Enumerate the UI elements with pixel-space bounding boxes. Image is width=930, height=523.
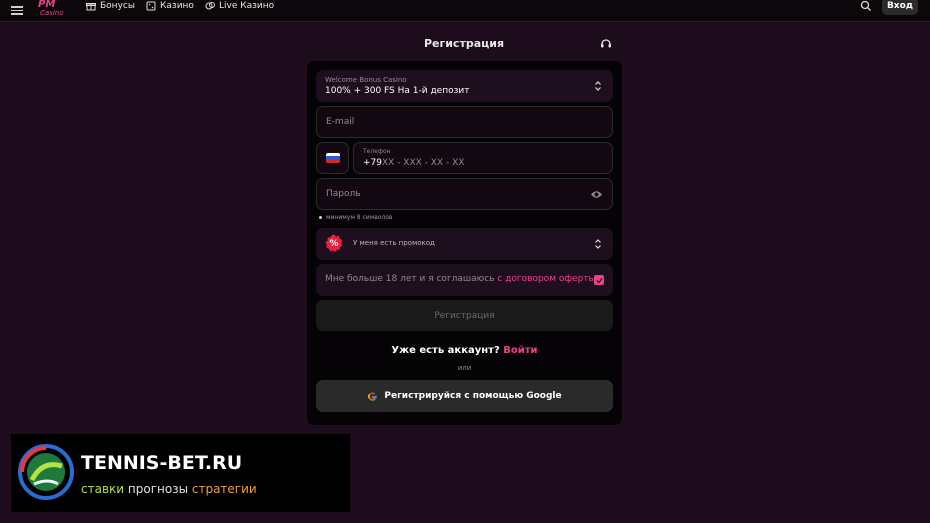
password-placeholder: Пароль bbox=[326, 189, 361, 199]
terms-label: Мне больше 18 лет и я соглашаюсь bbox=[325, 274, 498, 284]
headset-icon[interactable] bbox=[600, 38, 612, 50]
phone-prefix: +79 bbox=[363, 158, 382, 168]
updown-chevron-icon bbox=[595, 239, 601, 249]
register-button[interactable]: Регистрация bbox=[316, 300, 613, 331]
casino-logo[interactable]: PM Casino bbox=[36, 0, 72, 18]
terms-checkbox[interactable] bbox=[594, 275, 604, 285]
nav-casino[interactable]: Казино bbox=[146, 0, 194, 12]
google-signup-label: Регистрируйся с помощью Google bbox=[384, 391, 562, 401]
svg-text:Casino: Casino bbox=[40, 9, 64, 17]
phone-value: +79XX - XXX - XX - XX bbox=[363, 158, 464, 168]
menu-icon[interactable] bbox=[11, 4, 23, 16]
modal-title: Регистрация bbox=[423, 37, 505, 50]
bonus-value: 100% + 300 FS На 1-й депозит bbox=[325, 86, 470, 96]
search-icon[interactable] bbox=[860, 0, 872, 12]
tennis-bet-logo bbox=[18, 444, 74, 500]
watermark-sub-3: стратегии bbox=[191, 482, 257, 496]
eye-icon[interactable] bbox=[590, 189, 603, 200]
email-field[interactable]: E-mail bbox=[316, 106, 613, 138]
checkmark-icon bbox=[596, 277, 602, 283]
watermark-sub-2: прогнозы bbox=[127, 482, 189, 496]
password-hint: минимум 8 символов bbox=[319, 214, 392, 221]
promo-label: У меня есть промокод bbox=[353, 239, 435, 247]
google-signup-button[interactable]: Регистрируйся с помощью Google bbox=[316, 380, 613, 412]
percent-badge-icon: % bbox=[325, 234, 343, 252]
updown-chevron-icon bbox=[595, 81, 601, 91]
country-select[interactable] bbox=[316, 142, 349, 174]
nav-bonuses-label: Бонусы bbox=[100, 1, 135, 11]
watermark-title: TENNIS-BET.RU bbox=[81, 452, 243, 474]
nav-live-casino[interactable]: Live Казино bbox=[205, 0, 274, 12]
top-bar: PM Casino Бонусы Казино Live Казино Вход bbox=[0, 0, 930, 22]
login-link[interactable]: Войти bbox=[503, 345, 537, 356]
phone-field[interactable]: Телефон +79XX - XXX - XX - XX bbox=[353, 142, 613, 174]
offer-contract-link[interactable]: с договором оферты bbox=[497, 274, 595, 284]
bonus-caption: Welcome Bonus Casino bbox=[325, 76, 407, 84]
or-divider: или bbox=[457, 364, 472, 372]
casino-icon bbox=[146, 1, 156, 11]
terms-agreement: Мне больше 18 лет и я соглашаюсь с догов… bbox=[316, 264, 613, 296]
tennis-bet-watermark: TENNIS-BET.RU ставки прогнозы стратегии bbox=[11, 434, 350, 512]
nav-live-casino-label: Live Казино bbox=[219, 1, 275, 11]
bonus-select[interactable]: Welcome Bonus Casino 100% + 300 FS На 1-… bbox=[316, 70, 613, 102]
have-account-text: Уже есть аккаунт? bbox=[391, 345, 500, 356]
password-hint-text: минимум 8 символов bbox=[326, 214, 393, 221]
registration-form: Welcome Bonus Casino 100% + 300 FS На 1-… bbox=[307, 61, 622, 425]
gift-icon bbox=[86, 3, 96, 11]
password-field[interactable]: Пароль bbox=[316, 178, 613, 210]
email-placeholder: E-mail bbox=[326, 117, 355, 127]
promo-code-toggle[interactable]: % У меня есть промокод bbox=[316, 228, 613, 260]
google-icon bbox=[368, 392, 378, 401]
svg-text:%: % bbox=[329, 239, 338, 249]
nav-bonuses[interactable]: Бонусы bbox=[86, 0, 135, 12]
have-account-line: Уже есть аккаунт? Войти bbox=[307, 345, 622, 356]
phone-mask: XX - XXX - XX - XX bbox=[382, 158, 465, 168]
terms-text: Мне больше 18 лет и я соглашаюсь с догов… bbox=[325, 274, 596, 284]
watermark-subtitle: ставки прогнозы стратегии bbox=[81, 482, 257, 496]
live-icon bbox=[205, 2, 215, 10]
phone-label: Телефон bbox=[363, 148, 391, 155]
russia-flag-icon bbox=[326, 153, 340, 163]
nav-casino-label: Казино bbox=[160, 1, 194, 11]
login-button[interactable]: Вход bbox=[882, 0, 918, 15]
watermark-sub-1: ставки bbox=[81, 482, 125, 496]
bullet-dot bbox=[319, 216, 322, 219]
